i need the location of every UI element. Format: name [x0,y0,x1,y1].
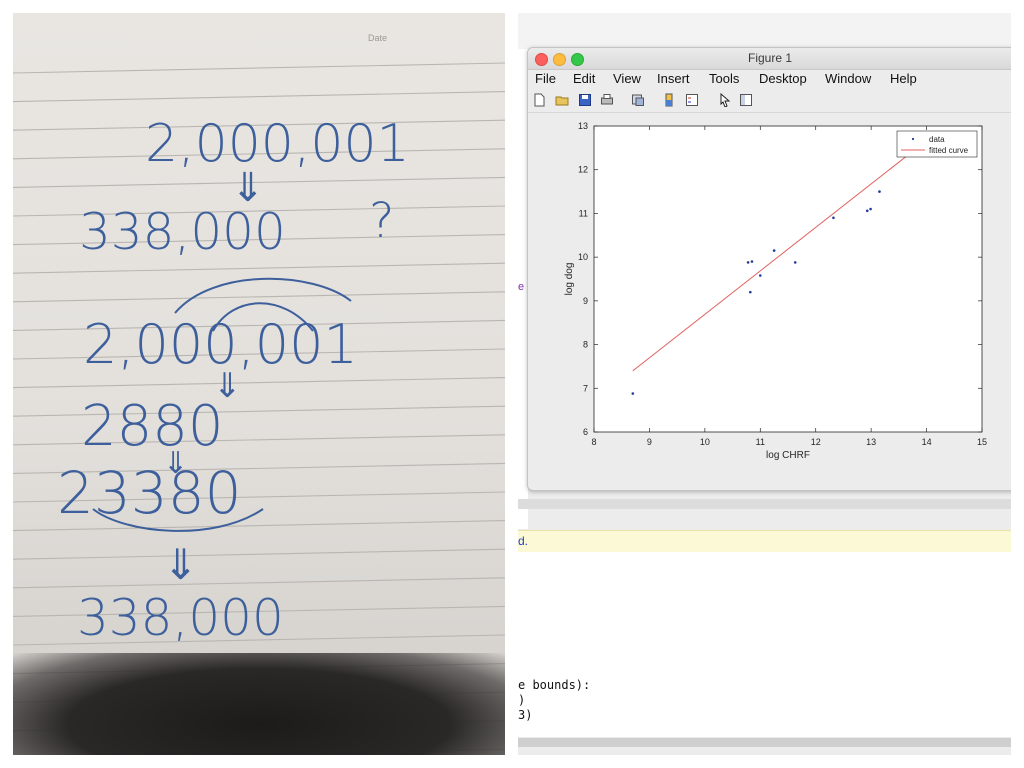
legend-label-fit: fitted curve [929,146,969,155]
plot-area [593,125,983,433]
command-status-fragment: d. [518,534,529,548]
data-point [631,392,635,395]
menu-help[interactable]: Help [890,71,917,86]
y-tick-label: 13 [578,121,588,131]
menu-window[interactable]: Window [825,71,871,86]
command-window[interactable]: e bounds): ) 3) [518,552,1011,737]
menu-edit[interactable]: Edit [573,71,595,86]
legend[interactable]: data fitted curve [896,130,978,158]
print-icon[interactable] [600,93,614,107]
ruled-line [13,291,505,303]
x-tick-label: 9 [647,437,652,447]
x-tick-label: 11 [756,437,765,447]
property-inspector-icon[interactable] [739,93,753,107]
data-point [793,261,797,264]
edit-plot-pointer-icon[interactable] [718,93,732,107]
ruled-line [13,62,505,74]
handwritten-arrow-4: ⇓ [163,540,198,589]
figure-window[interactable]: Figure 1 File Edit View Insert Tools Des… [527,47,1011,491]
data-point [746,261,750,264]
notebook-photo: Date 2,000,001 ⇓ 338,000 ? 2,000,001 ⇓ 2… [13,13,505,755]
ruled-line [13,548,505,560]
handwritten-line-4: 2880 [81,394,224,459]
hand-shadow [13,653,505,755]
handwritten-line-5: 23380 [57,459,242,527]
command-line-3: 3) [518,708,533,722]
x-tick-label: 8 [591,437,596,447]
menu-insert[interactable]: Insert [657,71,690,86]
save-icon[interactable] [578,93,592,107]
panel-divider[interactable] [518,499,1011,509]
x-tick-label: 10 [700,437,710,447]
x-tick-label: 12 [811,437,821,447]
matlab-screenshot: e Figure 1 File Edit View Insert Tools D… [518,13,1011,755]
menu-tools[interactable]: Tools [709,71,739,86]
handwritten-line-1: 2,000,001 [145,114,410,174]
y-tick-label: 6 [583,427,588,437]
x-tick-label: 14 [922,437,932,447]
ruled-line [13,577,505,589]
open-file-icon[interactable] [555,93,569,107]
date-label: Date [368,33,387,43]
ruled-line [13,262,505,274]
x-tick-label: 13 [866,437,876,447]
figure-title: Figure 1 [747,51,793,65]
handwritten-line-6: 338,000 [77,589,284,647]
data-point [869,207,872,211]
data-point [758,274,762,277]
y-tick-label: 10 [578,252,588,262]
command-line-1: e bounds): [518,678,591,692]
ruled-line [13,377,505,389]
matlab-editor-strip [518,13,1011,50]
y-tick-label: 12 [578,165,588,175]
insert-colorbar-icon[interactable] [662,93,676,107]
workspace-text-fragment: e [518,281,525,293]
data-point [772,249,776,252]
insert-legend-icon[interactable] [685,93,699,107]
notebook-page: Date 2,000,001 ⇓ 338,000 ? 2,000,001 ⇓ 2… [13,33,505,755]
y-tick-label: 8 [583,340,588,350]
handwritten-line-2: 338,000 [79,203,286,261]
command-line-2: ) [518,693,526,707]
x-tick-label: 15 [977,437,987,447]
data-point [749,290,752,294]
legend-swatch-data [911,137,915,141]
x-axis-label: log CHRF [766,450,810,461]
figure-titlebar[interactable]: Figure 1 [528,48,1011,70]
link-plot-icon[interactable] [631,93,645,107]
data-point [832,216,835,220]
figure-toolbar [528,90,1011,113]
figure-menubar: File Edit View Insert Tools Desktop Wind… [528,70,1011,89]
ruled-line [13,91,505,103]
menu-file[interactable]: File [535,71,556,86]
legend-label-data: data [929,135,945,144]
y-tick-label: 9 [583,296,588,306]
horizontal-scrollbar[interactable] [518,738,1011,747]
handwritten-question-mark: ? [369,193,394,249]
scatter-plot[interactable]: 8 9 10 11 12 13 14 15 6 7 8 9 10 11 12 13 log CHRF log… [528,112,1011,472]
y-axis-label: log dog [564,263,575,296]
new-figure-icon[interactable] [532,93,546,107]
data-point [865,209,869,213]
command-status-bar: d. [518,530,1011,553]
menu-view[interactable]: View [613,71,641,86]
data-point [878,190,881,193]
y-tick-label: 11 [579,208,588,218]
data-point [750,260,754,263]
menu-desktop[interactable]: Desktop [759,71,807,86]
y-tick-label: 7 [583,383,588,393]
